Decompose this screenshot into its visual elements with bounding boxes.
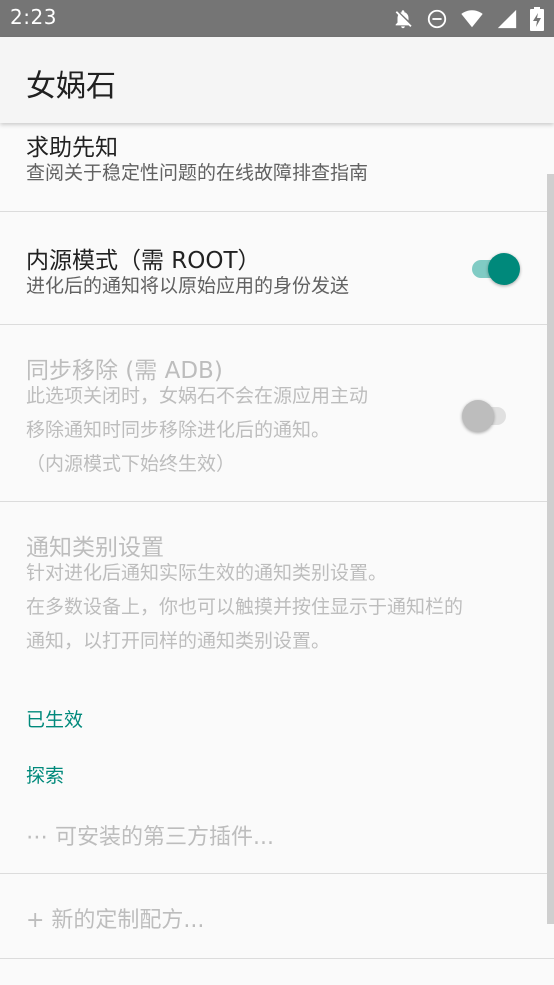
battery-charging-icon	[530, 7, 544, 31]
pref-source-mode-summary: 进化后的通知将以原始应用的身份发送	[26, 275, 350, 297]
notifications-off-icon	[392, 8, 414, 30]
preference-list[interactable]: 求助先知 查阅关于稳定性问题的在线故障排查指南 内源模式（需 ROOT） 进化后…	[0, 123, 554, 985]
source-mode-switch[interactable]	[468, 250, 520, 285]
pref-channel-settings[interactable]: 通知类别设置 针对进化后通知实际生效的通知类别设置。 在多数设备上，你也可以触摸…	[0, 502, 554, 667]
pref-sync-removal-summary-line-3: （内源模式下始终生效）	[26, 453, 236, 475]
sync-removal-switch[interactable]	[462, 397, 510, 432]
category-active: 已生效	[26, 709, 84, 731]
pref-source-mode[interactable]: 内源模式（需 ROOT） 进化后的通知将以原始应用的身份发送	[0, 212, 554, 324]
new-recipe-item[interactable]: + 新的定制配方...	[0, 874, 554, 958]
explore-plugins-item[interactable]: ⋯ 可安装的第三方插件...	[0, 799, 554, 873]
status-icons	[392, 7, 544, 31]
pref-sync-removal-summary-line-1: 此选项关闭时，女娲石不会在源应用主动	[26, 385, 369, 407]
pref-channel-settings-summary-line-1: 针对进化后通知实际生效的通知类别设置。	[26, 562, 388, 584]
explore-plugins-label: ⋯ 可安装的第三方插件...	[26, 825, 274, 850]
app-bar: 女娲石	[0, 37, 554, 123]
pref-channel-settings-summary-line-2: 在多数设备上，你也可以触摸并按住显示于通知栏的	[26, 596, 464, 618]
pref-help-summary: 查阅关于稳定性问题的在线故障排查指南	[26, 162, 369, 184]
wifi-icon	[460, 8, 484, 30]
divider	[0, 958, 554, 959]
app-title: 女娲石	[26, 69, 116, 104]
status-time: 2:23	[10, 5, 57, 29]
switch-thumb	[488, 253, 520, 285]
pref-help[interactable]: 求助先知 查阅关于稳定性问题的在线故障排查指南	[0, 123, 554, 211]
scrollbar[interactable]	[547, 174, 554, 924]
pref-sync-removal[interactable]: 同步移除 (需 ADB) 此选项关闭时，女娲石不会在源应用主动 移除通知时同步移…	[0, 325, 554, 501]
signal-icon	[496, 8, 518, 30]
pref-sync-removal-summary-line-2: 移除通知时同步移除进化后的通知。	[26, 419, 331, 441]
switch-thumb	[462, 400, 494, 432]
new-recipe-label: + 新的定制配方...	[26, 908, 205, 933]
do-not-disturb-icon	[426, 8, 448, 30]
status-bar: 2:23	[0, 0, 554, 37]
category-explore: 探索	[26, 765, 65, 787]
pref-channel-settings-summary-line-3: 通知，以打开同样的通知类别设置。	[26, 630, 331, 652]
